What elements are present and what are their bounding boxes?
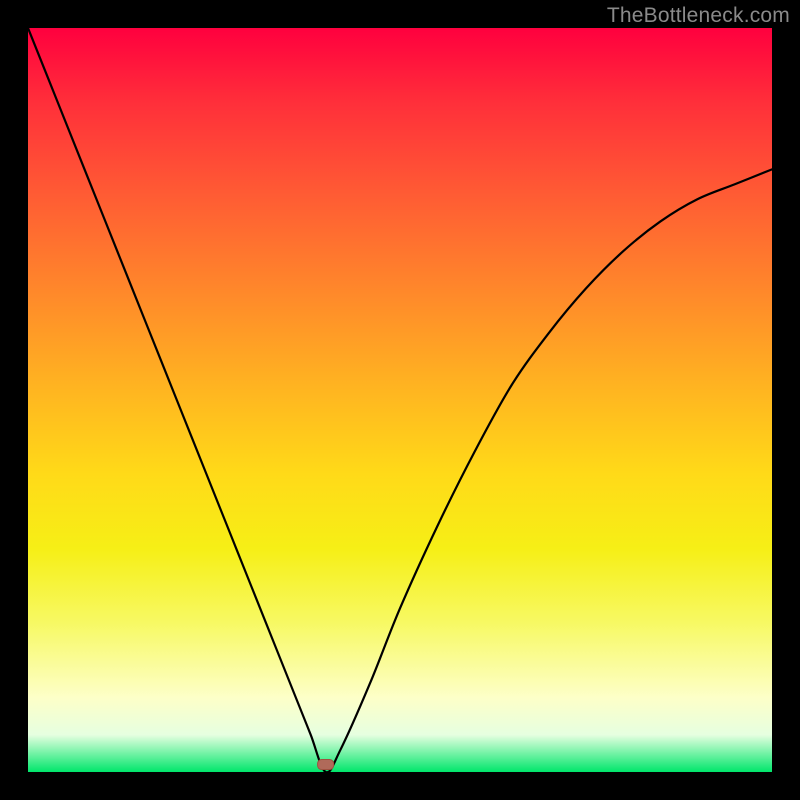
curve-svg bbox=[28, 28, 772, 772]
chart-plot-area bbox=[28, 28, 772, 772]
optimum-marker bbox=[318, 760, 334, 770]
bottleneck-curve bbox=[28, 28, 772, 772]
watermark-text: TheBottleneck.com bbox=[607, 4, 790, 28]
